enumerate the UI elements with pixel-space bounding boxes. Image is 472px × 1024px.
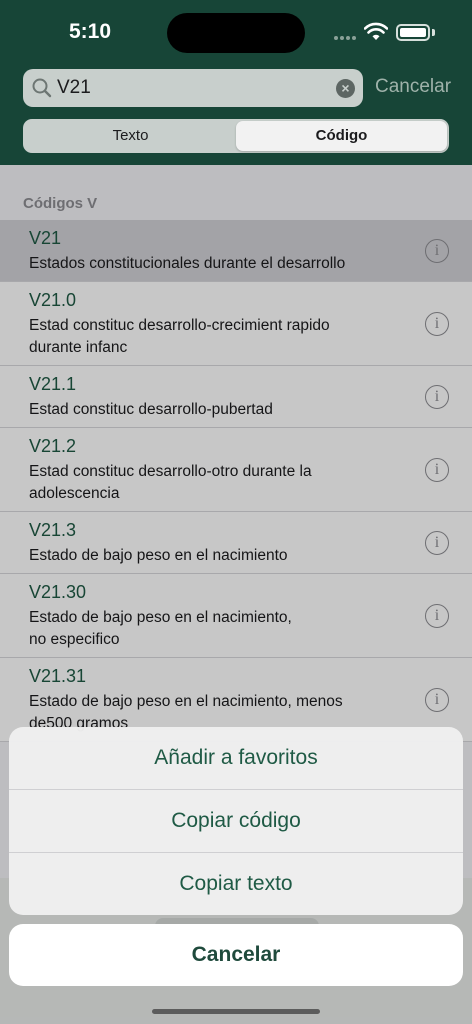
status-time: 5:10: [69, 20, 112, 43]
action-sheet-cancel-button[interactable]: Cancelar: [9, 924, 463, 986]
search-mode-segmented-control: Texto Código: [23, 119, 449, 153]
search-input[interactable]: [57, 69, 317, 107]
cellular-signal-icon: [334, 36, 356, 40]
segment-texto[interactable]: Texto: [25, 121, 236, 151]
action-sheet: Añadir a favoritos Copiar código Copiar …: [9, 727, 463, 915]
navigation-header: 5:10 × Cancelar Texto Código: [0, 0, 472, 165]
wifi-icon: [364, 22, 388, 40]
search-cancel-button[interactable]: Cancelar: [375, 76, 451, 98]
copy-text-button[interactable]: Copiar texto: [9, 853, 463, 915]
battery-tip: [432, 29, 435, 36]
search-bar[interactable]: ×: [23, 69, 363, 107]
clear-search-icon[interactable]: ×: [336, 79, 355, 98]
home-indicator[interactable]: [152, 1009, 320, 1014]
segment-codigo[interactable]: Código: [236, 121, 447, 151]
dynamic-island: [167, 13, 305, 53]
battery-icon: [396, 24, 430, 41]
add-to-favorites-button[interactable]: Añadir a favoritos: [9, 727, 463, 790]
search-icon: [32, 78, 52, 98]
copy-code-button[interactable]: Copiar código: [9, 790, 463, 853]
